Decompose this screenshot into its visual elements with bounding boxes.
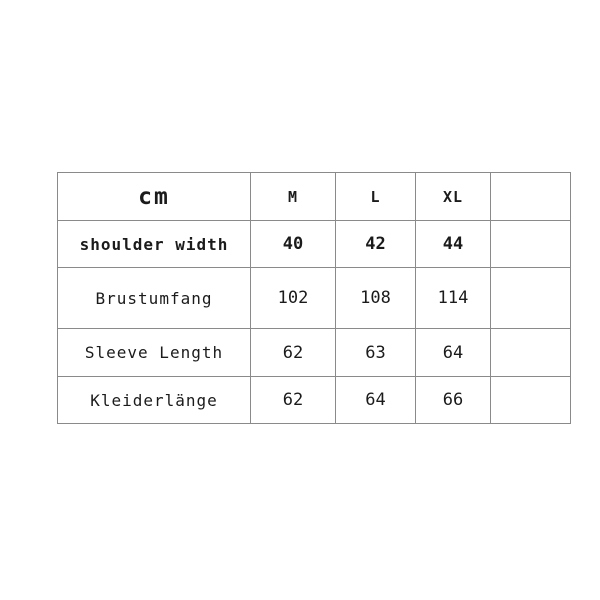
row-label-shoulder-width: shoulder width bbox=[57, 220, 251, 268]
table-row: Kleiderlänge 62 64 66 bbox=[57, 376, 571, 424]
table-row: Brustumfang 102 108 114 bbox=[57, 267, 571, 329]
cell-sleeve-length-m: 62 bbox=[250, 328, 336, 377]
cell-shoulder-width-m: 40 bbox=[250, 220, 336, 268]
cell-kleiderlaenge-l: 64 bbox=[335, 376, 416, 424]
row-label-brustumfang: Brustumfang bbox=[57, 267, 251, 329]
cell-brustumfang-blank bbox=[490, 267, 571, 329]
cell-kleiderlaenge-m: 62 bbox=[250, 376, 336, 424]
header-size-m: M bbox=[250, 172, 336, 221]
cell-kleiderlaenge-blank bbox=[491, 377, 571, 424]
cell-sleeve-length-l: 63 bbox=[335, 328, 416, 377]
table-header-row: cm M L XL bbox=[57, 172, 571, 221]
table-row: Sleeve Length 62 63 64 bbox=[57, 328, 571, 377]
cell-brustumfang-l: 108 bbox=[335, 267, 416, 329]
cell-shoulder-width-xl: 44 bbox=[415, 220, 491, 268]
header-blank-cell bbox=[490, 172, 571, 221]
size-chart-table: cm M L XL shoulder width 40 42 44 Brustu… bbox=[57, 172, 571, 424]
cell-sleeve-length-xl: 64 bbox=[415, 328, 491, 377]
size-chart-body: cm M L XL shoulder width 40 42 44 Brustu… bbox=[57, 172, 571, 424]
row-label-kleiderlaenge: Kleiderlänge bbox=[57, 376, 251, 424]
cell-sleeve-length-blank bbox=[490, 328, 571, 377]
cell-brustumfang-m: 102 bbox=[250, 267, 336, 329]
cell-kleiderlaenge-xl: 66 bbox=[415, 376, 491, 424]
header-size-l: L bbox=[335, 172, 416, 221]
cell-shoulder-width-l: 42 bbox=[335, 220, 416, 268]
cell-shoulder-width-blank bbox=[490, 220, 571, 268]
cell-brustumfang-xl: 114 bbox=[415, 267, 491, 329]
header-unit-cell: cm bbox=[57, 172, 251, 221]
size-chart-canvas: cm M L XL shoulder width 40 42 44 Brustu… bbox=[0, 0, 600, 600]
row-label-sleeve-length: Sleeve Length bbox=[57, 328, 251, 377]
header-size-xl: XL bbox=[415, 172, 491, 221]
table-row: shoulder width 40 42 44 bbox=[57, 220, 571, 268]
